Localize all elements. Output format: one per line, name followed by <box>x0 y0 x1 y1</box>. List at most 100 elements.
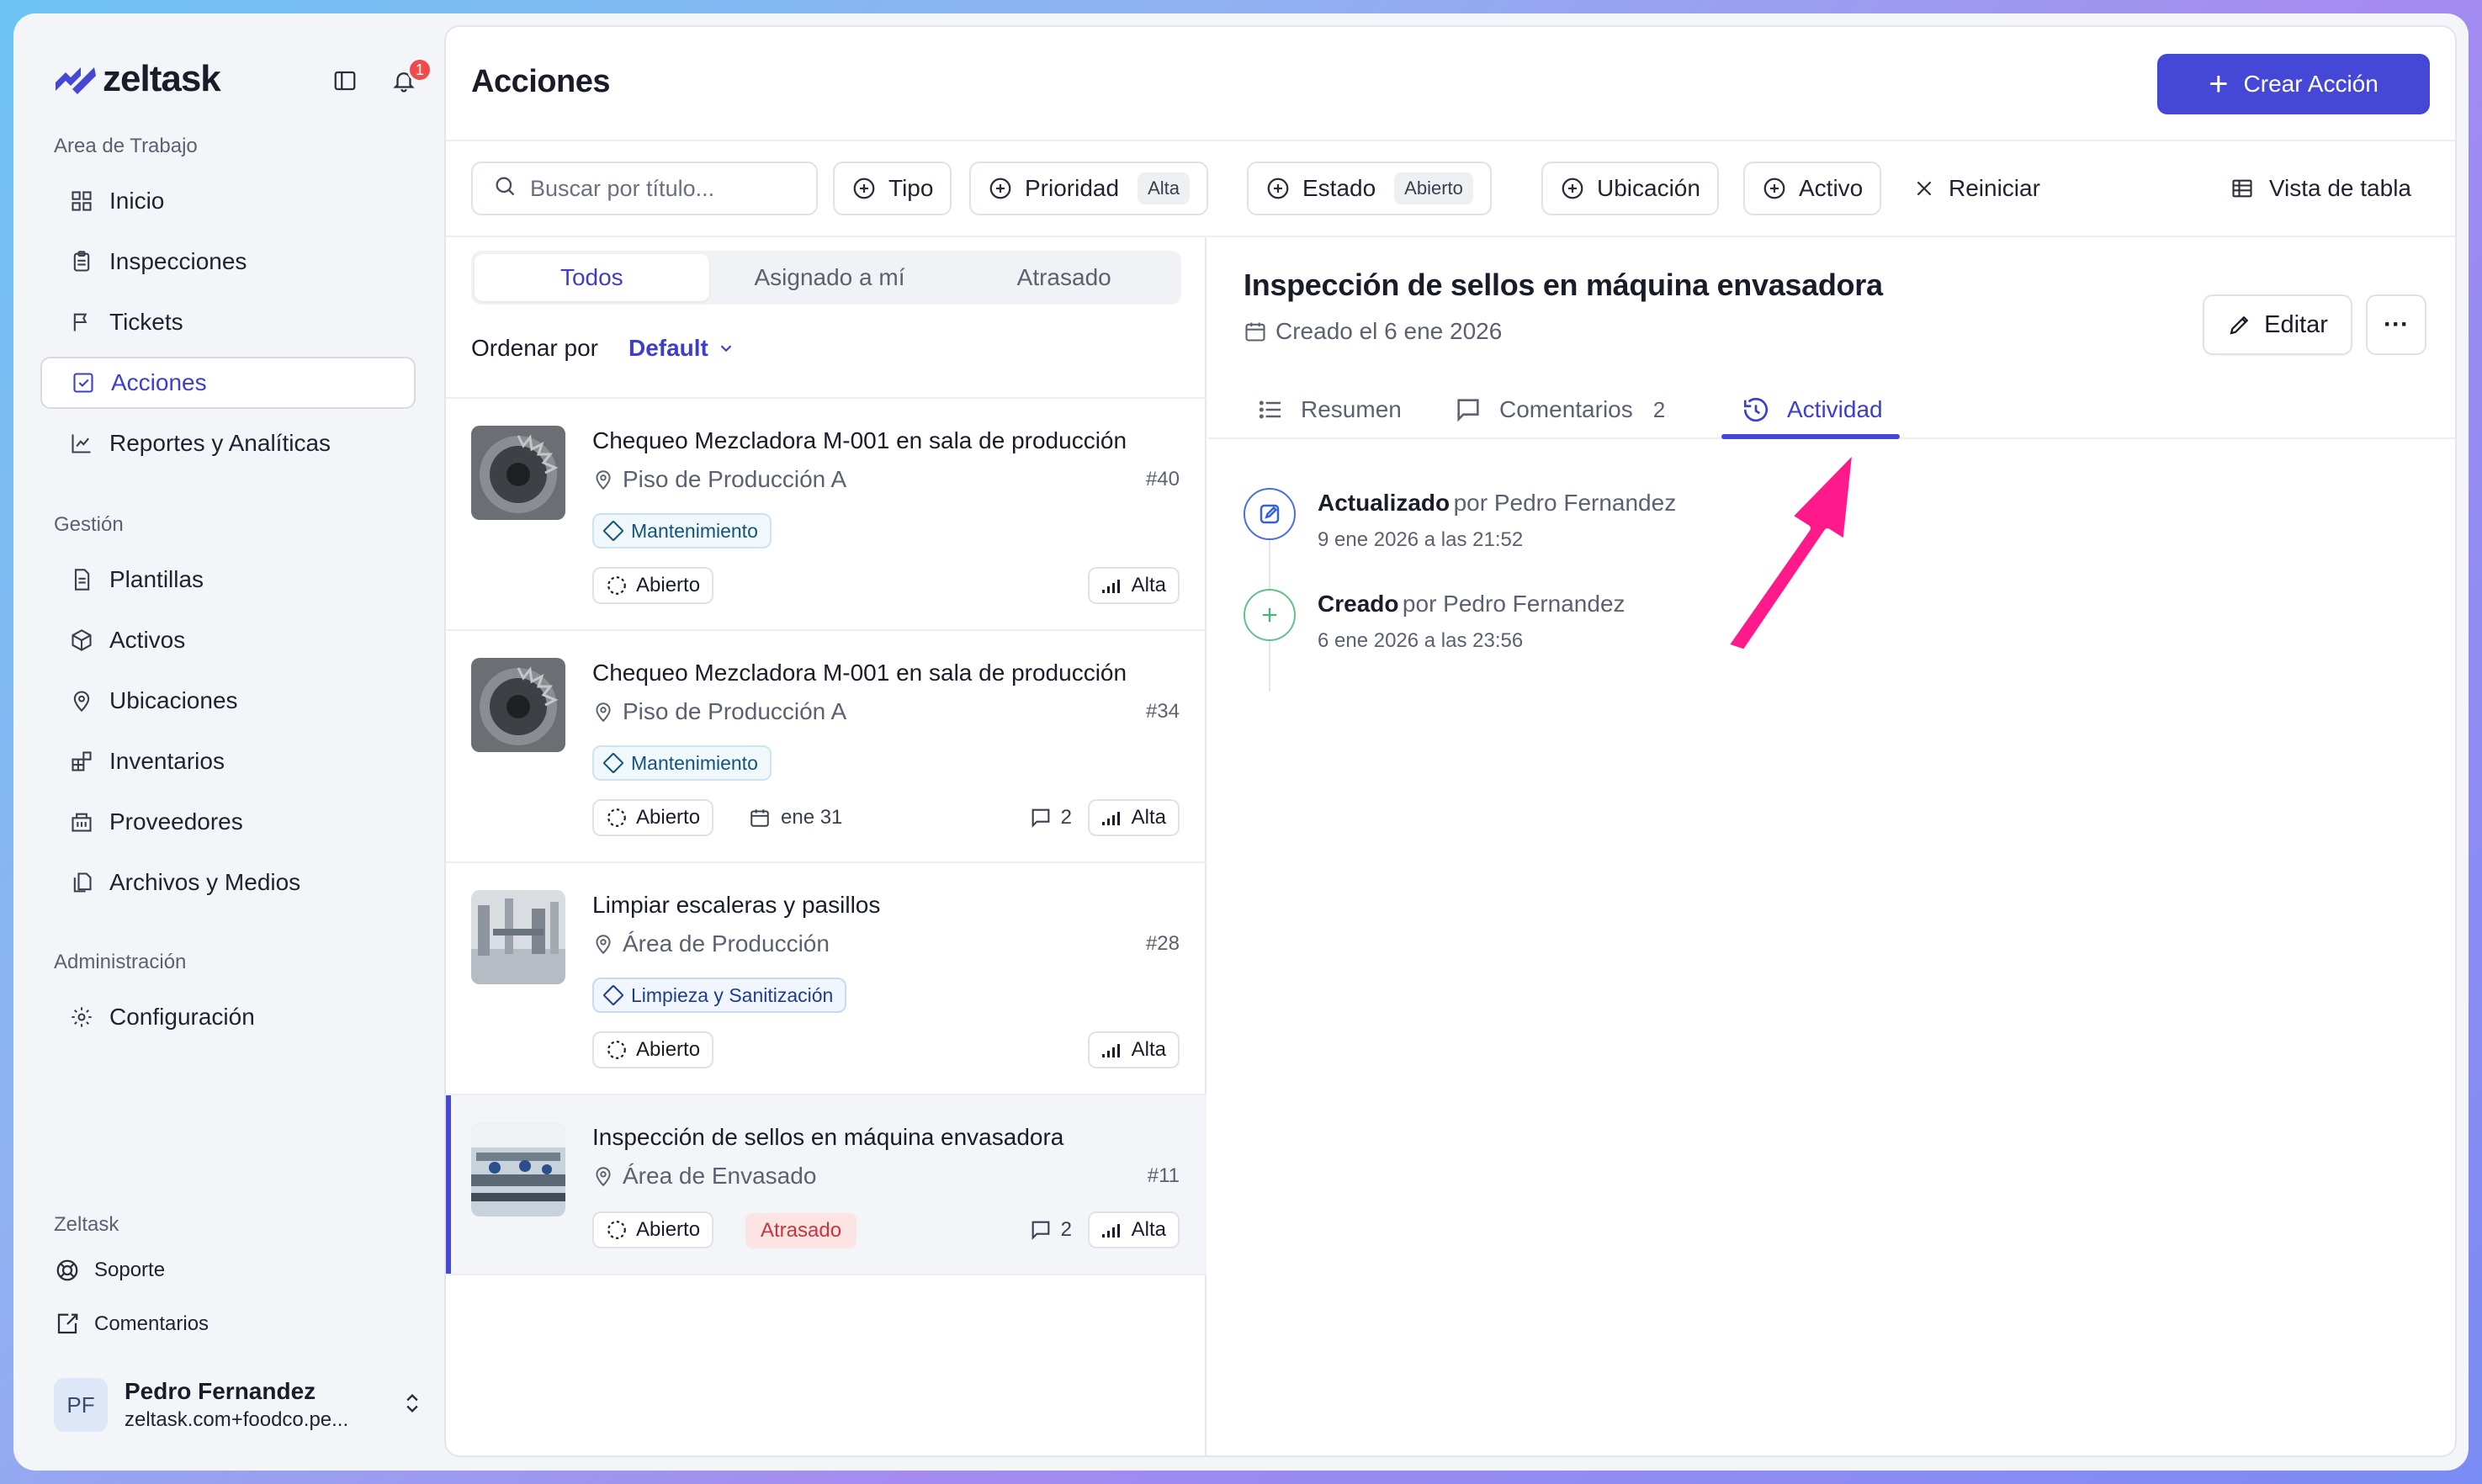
reset-filters-button[interactable]: Reiniciar <box>1913 162 2040 215</box>
list-item[interactable]: Chequeo Mezcladora M-001 en sala de prod… <box>446 399 1207 629</box>
sidebar-item-tickets[interactable]: Tickets <box>40 296 416 348</box>
list-item-selected[interactable]: Inspección de sellos en máquina envasado… <box>446 1095 1207 1274</box>
activity-time: 9 ene 2026 a las 21:52 <box>1318 528 1524 551</box>
sidebar-item-activos[interactable]: Activos <box>40 614 416 666</box>
sort-value: Default <box>628 335 708 361</box>
activity-text: Actualizado por Pedro Fernandez 9 ene 20… <box>1318 490 1676 552</box>
sidebar-item-archivos[interactable]: Archivos y Medios <box>40 856 416 909</box>
item-location: Área de Producción <box>592 930 830 957</box>
search-input[interactable] <box>530 175 799 202</box>
edit-activity-icon <box>1244 488 1296 540</box>
status-badge: Abierto <box>592 1031 714 1068</box>
list-tabs: Todos Asignado a mí Atrasado <box>471 251 1181 305</box>
filter-estado-label: Estado <box>1302 175 1376 201</box>
category-badge: Mantenimiento <box>592 745 772 781</box>
list-icon <box>1259 400 1281 419</box>
detail-created-label: Creado el 6 ene 2026 <box>1275 318 1503 344</box>
sidebar-item-label: Acciones <box>111 369 207 395</box>
item-location: Piso de Producción A <box>592 466 846 493</box>
feedback-link[interactable]: Comentarios <box>54 1311 209 1338</box>
tab-actividad-label: Actividad <box>1787 396 1883 422</box>
item-location-label: Área de Producción <box>623 930 830 957</box>
building-icon <box>69 809 94 835</box>
bell-icon[interactable]: 1 <box>387 57 432 98</box>
user-menu[interactable]: PF Pedro Fernandez zeltask.com+foodco.pe… <box>54 1375 424 1435</box>
list-item[interactable]: Chequeo Mezcladora M-001 en sala de prod… <box>446 631 1207 861</box>
plus-circle-icon <box>1562 178 1583 199</box>
edit-button[interactable]: Editar <box>2203 294 2352 355</box>
sidebar-item-acciones[interactable]: Acciones <box>40 357 416 409</box>
admin-section-label: Administración <box>54 951 187 973</box>
management-section-label: Gestión <box>54 513 124 536</box>
list-item[interactable]: Limpiar escaleras y pasillos Área de Pro… <box>446 863 1207 1094</box>
filter-ubicacion[interactable]: Ubicación <box>1541 162 1719 215</box>
pin-icon <box>596 1167 611 1187</box>
priority-badge: Alta <box>1087 799 1180 836</box>
diamond-icon <box>602 752 624 774</box>
tab-atrasado[interactable]: Atrasado <box>947 251 1181 305</box>
status-badge: Abierto <box>592 799 714 836</box>
sidebar-item-label: Reportes y Analíticas <box>109 430 331 456</box>
sidebar-item-proveedores[interactable]: Proveedores <box>40 796 416 848</box>
action-detail: Inspección de sellos en máquina envasado… <box>1208 237 2455 1455</box>
pin-icon <box>69 688 94 713</box>
open-status-icon <box>607 1221 626 1239</box>
item-location-label: Piso de Producción A <box>623 698 847 724</box>
table-view-button[interactable]: Vista de tabla <box>2230 162 2411 215</box>
flag-icon <box>69 310 94 335</box>
sidebar-item-inventarios[interactable]: Inventarios <box>40 735 416 787</box>
page-title: Acciones <box>471 64 610 99</box>
calendar-icon <box>1245 322 1265 342</box>
sidebar-item-configuracion[interactable]: Configuración <box>40 991 416 1043</box>
late-badge: Atrasado <box>745 1213 857 1248</box>
filter-ubicacion-label: Ubicación <box>1597 175 1700 201</box>
pencil-icon <box>2230 315 2249 335</box>
priority-badge: Alta <box>1087 1031 1180 1068</box>
priority-badge: Alta <box>1087 1211 1180 1248</box>
filter-prioridad-label: Prioridad <box>1025 175 1120 201</box>
plus-icon <box>1244 589 1296 641</box>
filter-tipo[interactable]: Tipo <box>833 162 952 215</box>
create-action-button[interactable]: + Crear Acción <box>2157 54 2430 114</box>
tab-resumen[interactable]: Resumen <box>1257 380 1402 439</box>
support-link[interactable]: Soporte <box>54 1257 165 1284</box>
logo[interactable]: zeltask 1 <box>54 54 432 104</box>
sidebar-item-label: Ubicaciones <box>109 687 238 713</box>
filter-tipo-label: Tipo <box>888 175 934 201</box>
sidebar-item-inicio[interactable]: Inicio <box>40 175 416 227</box>
pin-icon <box>596 702 611 723</box>
priority-label: Alta <box>1131 806 1166 829</box>
history-icon <box>1743 397 1769 422</box>
sidebar-item-ubicaciones[interactable]: Ubicaciones <box>40 675 416 727</box>
filter-prioridad[interactable]: Prioridad Alta <box>969 162 1208 215</box>
feedback-label: Comentarios <box>94 1312 209 1335</box>
filter-estado[interactable]: Estado Abierto <box>1247 162 1492 215</box>
signal-bars-icon <box>1101 812 1120 825</box>
search-box[interactable] <box>471 162 818 215</box>
tab-comentarios[interactable]: Comentarios 2 <box>1454 380 1665 439</box>
sidebar-item-plantillas[interactable]: Plantillas <box>40 554 416 606</box>
tab-comentarios-label: Comentarios <box>1499 396 1633 422</box>
sidebar-item-reportes[interactable]: Reportes y Analíticas <box>40 417 416 469</box>
sort-row: Ordenar por Default <box>471 335 735 362</box>
tab-actividad[interactable]: Actividad <box>1742 380 1883 439</box>
filter-activo[interactable]: Activo <box>1743 162 1882 215</box>
more-options-button[interactable]: ··· <box>2366 294 2426 355</box>
sort-dropdown[interactable]: Default <box>628 335 735 362</box>
grid-icon <box>69 188 94 214</box>
app-window: zeltask 1 Area de Trabajo Inicio Inspecc… <box>13 13 2469 1471</box>
status-label: Abierto <box>636 1038 701 1061</box>
tab-todos[interactable]: Todos <box>475 254 709 301</box>
tab-asignado[interactable]: Asignado a mí <box>713 251 947 305</box>
chart-icon <box>69 431 94 456</box>
plus-circle-icon <box>989 178 1011 199</box>
calendar-icon <box>750 809 769 827</box>
plus-icon: + <box>2209 66 2229 103</box>
item-thumbnail <box>471 890 565 984</box>
sidebar-item-inspecciones[interactable]: Inspecciones <box>40 236 416 288</box>
status-label: Abierto <box>636 1218 701 1241</box>
priority-badge: Alta <box>1087 567 1180 604</box>
pin-icon <box>596 935 611 955</box>
sidebar-toggle-icon[interactable] <box>328 64 362 98</box>
item-title: Inspección de sellos en máquina envasado… <box>592 1124 1064 1150</box>
